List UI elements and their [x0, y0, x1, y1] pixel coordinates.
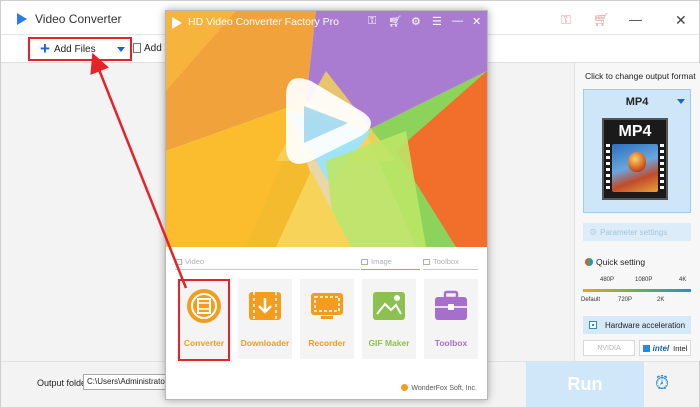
toolbox-label: Toolbox [434, 338, 468, 348]
output-format-selector[interactable]: MP4 MP4 [583, 89, 691, 213]
nvidia-label: NVIDIA [597, 344, 621, 352]
close-icon[interactable]: ✕ [472, 15, 481, 28]
run-button[interactable]: Run [526, 362, 644, 407]
footer-text: WonderFox Soft, Inc. [411, 385, 477, 392]
cart-icon[interactable]: 🛒︎ [593, 12, 610, 28]
toolbox-icon [423, 259, 430, 265]
checkbox-icon [589, 321, 597, 329]
section-toolbox-label: Toolbox [433, 257, 459, 266]
slider-tick-480p: 480P [600, 277, 615, 283]
parameter-settings-label: Parameter settings [600, 227, 668, 237]
run-label: Run [567, 374, 603, 394]
slider-tick-4k: 4K [679, 277, 687, 283]
divider [361, 269, 420, 270]
menu-icon[interactable]: ☰ [432, 15, 442, 28]
slider-tick-default: Default [581, 297, 601, 303]
chevron-down-icon[interactable] [117, 47, 125, 52]
hot-air-balloon-icon [628, 152, 646, 172]
hd-window-title: HD Video Converter Factory Pro [188, 16, 339, 28]
plus-icon: + [40, 39, 50, 58]
alarm-clock-icon[interactable]: ⏰︎ [655, 373, 669, 394]
quick-setting-label: Quick setting [585, 257, 645, 267]
video-icon [175, 259, 182, 265]
wonderfox-logo-icon [401, 384, 409, 391]
toolbox-icon [435, 290, 467, 320]
slider-tick-720p: 720P [618, 297, 633, 303]
hd-title-bar: HD Video Converter Factory Pro ⚿ 🛒︎ ⚙ ☰ … [166, 11, 487, 35]
section-image: Image [361, 257, 392, 266]
quick-setting-text: Quick setting [596, 257, 646, 267]
section-video-label: Video [185, 257, 205, 266]
toolbox-tool[interactable]: Toolbox [424, 279, 478, 359]
mp4-format-icon: MP4 [602, 118, 668, 200]
film-strip-icon [606, 144, 610, 192]
section-video: Video [175, 257, 204, 266]
parameter-settings-button[interactable]: ⚙ Parameter settings [583, 223, 691, 241]
minimize-icon[interactable]: — [452, 15, 463, 27]
close-icon[interactable]: ✕ [675, 12, 687, 29]
gif-image-icon [373, 292, 405, 320]
cart-icon[interactable]: 🛒︎ [388, 15, 402, 28]
footer-credit: WonderFox Soft, Inc. [401, 384, 477, 392]
intel-logo: intel [652, 343, 670, 353]
add-files-label: Add Files [53, 43, 96, 55]
balloon-picture [612, 144, 658, 192]
mp4-icon-label: MP4 [618, 123, 652, 140]
app-logo-icon [17, 13, 27, 25]
checkbox-icon [642, 344, 650, 352]
slider-tick-2k: 2K [657, 297, 665, 303]
converter-tool[interactable]: Converter [177, 279, 231, 359]
hardware-acceleration-label: Hardware acceleration [605, 320, 686, 330]
gear-icon[interactable]: ⚙ [411, 15, 421, 28]
banner-artwork [166, 11, 487, 247]
section-headers: Video Image Toolbox [175, 257, 478, 271]
hd-video-converter-window: HD Video Converter Factory Pro ⚿ 🛒︎ ⚙ ☰ … [165, 10, 488, 400]
add-files-button[interactable]: + Add Files [28, 37, 132, 61]
film-strip-icon [660, 144, 664, 192]
minimize-icon[interactable]: — [629, 12, 642, 27]
app-logo-icon [172, 17, 182, 29]
recorder-tool[interactable]: Recorder [300, 279, 354, 359]
gif-maker-tool[interactable]: GIF Maker [362, 279, 416, 359]
folder-icon [133, 43, 141, 53]
hardware-acceleration-toggle[interactable]: Hardware acceleration [583, 316, 691, 334]
quality-slider[interactable] [583, 289, 691, 292]
settings-icon: ⚙ [589, 226, 598, 237]
palette-icon [585, 258, 593, 266]
downloader-tool[interactable]: Downloader [238, 279, 292, 359]
divider [175, 269, 360, 270]
window-title: Video Converter [35, 12, 122, 26]
format-hint: Click to change output format [585, 71, 696, 81]
slider-tick-1080p: 1080P [635, 277, 653, 283]
screen-recorder-icon [311, 293, 343, 319]
section-toolbox: Toolbox [423, 257, 459, 266]
section-image-label: Image [371, 257, 392, 266]
film-reel-icon [187, 289, 221, 323]
key-icon[interactable]: ⚿ [561, 12, 571, 28]
output-format-panel: Click to change output format MP4 MP4 ⚙ … [574, 63, 700, 361]
divider [423, 269, 478, 270]
intel-label: Intel [673, 343, 688, 353]
image-icon [361, 259, 368, 265]
key-icon[interactable]: ⚿ [368, 15, 376, 28]
chevron-down-icon[interactable] [677, 99, 685, 104]
output-folder-field[interactable]: C:\Users\Administrator\Desk [83, 374, 167, 390]
format-name: MP4 [625, 96, 649, 108]
download-icon [249, 292, 281, 320]
intel-option[interactable]: intel Intel [639, 340, 691, 356]
nvidia-option[interactable]: NVIDIA [583, 340, 635, 356]
